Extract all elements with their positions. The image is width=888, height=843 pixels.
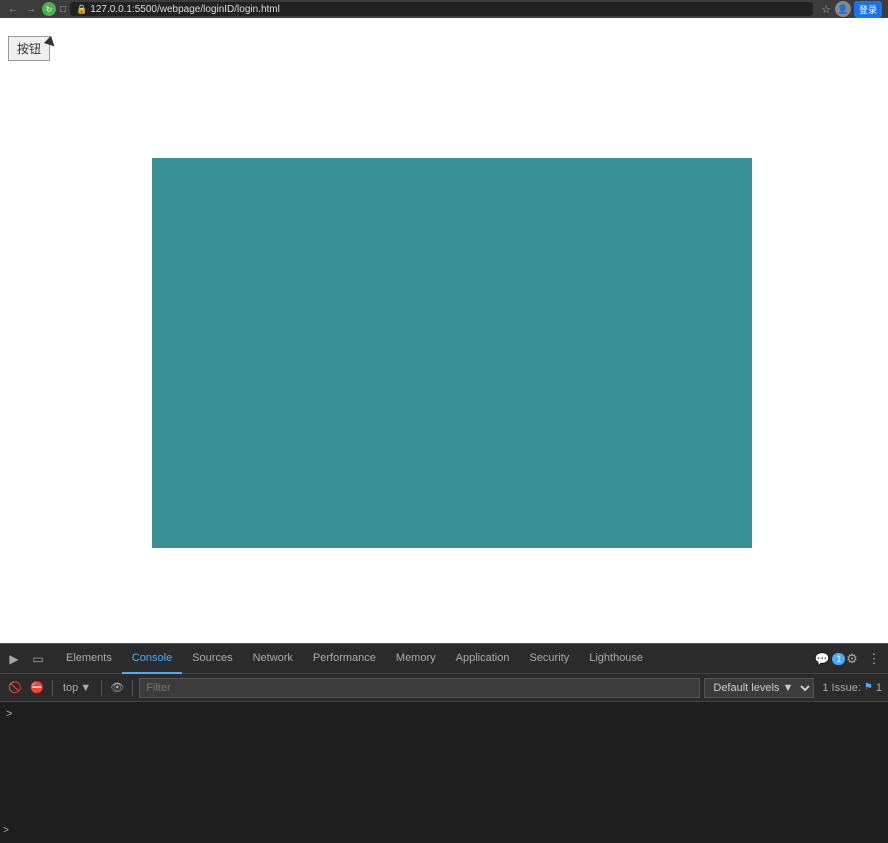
context-selector[interactable]: top ▼ — [59, 680, 95, 696]
tab-network[interactable]: Network — [243, 644, 303, 674]
page-button[interactable]: 按钮 — [8, 36, 50, 61]
context-dropdown-icon: ▼ — [80, 682, 91, 694]
devtools-left-icons: ▶ ▭ — [4, 649, 48, 669]
lock-icon: 🔒 — [76, 4, 87, 15]
tab-elements[interactable]: Elements — [56, 644, 122, 674]
refresh-icon: ↻ — [46, 5, 53, 14]
toolbar-divider — [52, 680, 53, 696]
more-menu-button[interactable]: ⋮ — [864, 649, 884, 669]
tab-sources-label: Sources — [192, 652, 232, 664]
eye-icon: 👁 — [110, 681, 124, 694]
tab-security-label: Security — [529, 652, 569, 664]
device-icon: ▭ — [32, 652, 43, 666]
log-levels-select[interactable]: Default levels ▼ — [704, 678, 814, 698]
devtools-panel: ▶ ▭ Elements Console Sources Network Per… — [0, 643, 888, 842]
profile-area: 👤 登录 — [835, 1, 882, 18]
live-expressions-button[interactable]: 👁 — [108, 679, 126, 697]
issue-count-badge[interactable]: 1 Issue: ⚑ 1 — [822, 682, 882, 694]
console-content: > — [0, 702, 888, 843]
clear-console-button[interactable]: 🚫 — [6, 679, 24, 697]
issue-text: 1 Issue: — [822, 682, 861, 694]
issue-count: 1 — [876, 682, 882, 694]
back-button[interactable]: ← — [6, 4, 20, 15]
menu-icon: ⋮ — [868, 651, 881, 667]
tab-icon: □ — [60, 4, 66, 15]
settings-button[interactable]: ⚙ — [842, 649, 862, 669]
expand-devtools-button[interactable]: > — [0, 822, 12, 838]
profile-avatar[interactable]: 👤 — [835, 1, 851, 17]
device-toolbar-button[interactable]: ▭ — [28, 649, 48, 669]
block-icon: ⛔ — [30, 681, 44, 694]
console-input-arrow[interactable]: > — [6, 708, 12, 720]
messages-button[interactable]: 💬 1 — [820, 649, 840, 669]
toolbar-divider-3 — [132, 680, 133, 696]
page-content: 按钮 — [0, 18, 888, 643]
tab-elements-label: Elements — [66, 652, 112, 664]
url-text: 127.0.0.1:5500/webpage/loginID/login.htm… — [90, 4, 280, 15]
devtools-right-icons: 💬 1 ⚙ ⋮ — [820, 649, 884, 669]
devtools-tab-bar: ▶ ▭ Elements Console Sources Network Per… — [0, 644, 888, 674]
bookmark-icon[interactable]: ☆ — [821, 3, 831, 16]
tab-lighthouse-label: Lighthouse — [589, 652, 643, 664]
issue-flag-icon: ⚑ — [864, 682, 873, 693]
tab-application[interactable]: Application — [446, 644, 520, 674]
gear-icon: ⚙ — [846, 651, 858, 667]
teal-content-block — [152, 158, 752, 548]
browser-toolbar: ← → ↻ □ 🔒 127.0.0.1:5500/webpage/loginID… — [0, 0, 888, 18]
profile-icon: 👤 — [837, 4, 848, 15]
url-bar[interactable]: 🔒 127.0.0.1:5500/webpage/loginID/login.h… — [70, 2, 813, 16]
tab-performance[interactable]: Performance — [303, 644, 386, 674]
block-network-button[interactable]: ⛔ — [28, 679, 46, 697]
tab-lighthouse[interactable]: Lighthouse — [579, 644, 653, 674]
filter-input[interactable] — [139, 678, 700, 698]
messages-icon: 💬 — [815, 652, 830, 666]
tab-application-label: Application — [456, 652, 510, 664]
signin-button[interactable]: 登录 — [854, 1, 882, 18]
inspect-icon: ▶ — [9, 652, 18, 666]
toolbar-divider-2 — [101, 680, 102, 696]
tab-console[interactable]: Console — [122, 644, 182, 674]
refresh-button[interactable]: ↻ — [42, 2, 56, 16]
tab-performance-label: Performance — [313, 652, 376, 664]
expand-icon: > — [3, 825, 9, 836]
tab-memory-label: Memory — [396, 652, 436, 664]
tab-console-label: Console — [132, 652, 172, 664]
tab-network-label: Network — [253, 652, 293, 664]
inspect-element-button[interactable]: ▶ — [4, 649, 24, 669]
context-label: top — [63, 682, 78, 694]
tab-memory[interactable]: Memory — [386, 644, 446, 674]
clear-icon: 🚫 — [8, 681, 22, 694]
forward-button[interactable]: → — [24, 4, 38, 15]
tab-sources[interactable]: Sources — [182, 644, 242, 674]
tab-security[interactable]: Security — [519, 644, 579, 674]
console-toolbar: 🚫 ⛔ top ▼ 👁 Default levels ▼ 1 Issue: ⚑ … — [0, 674, 888, 702]
